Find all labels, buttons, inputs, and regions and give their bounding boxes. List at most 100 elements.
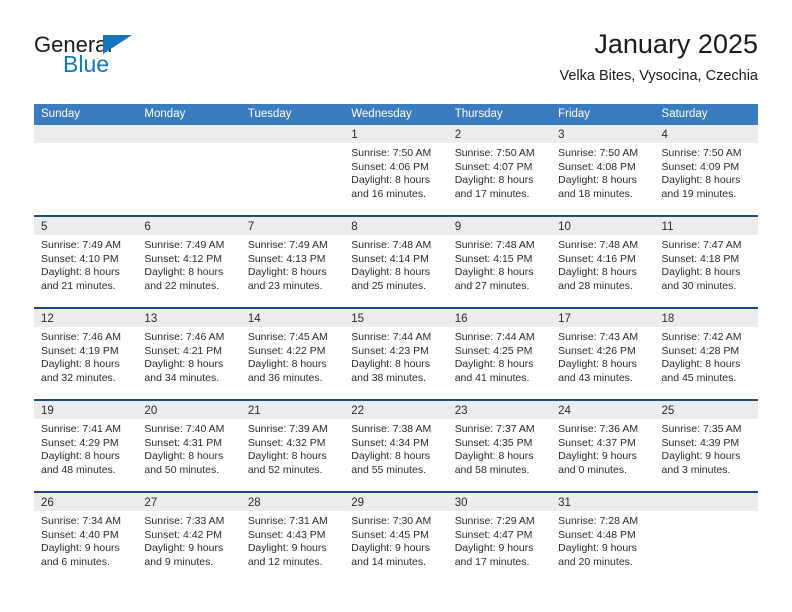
- calendar-day-cell[interactable]: 22 Sunrise: 7:38 AM Sunset: 4:34 PM Dayligh…: [344, 401, 448, 491]
- sunset-line: Sunset: 4:48 PM: [558, 528, 636, 541]
- calendar-day-cell[interactable]: 16 Sunrise: 7:44 AM Sunset: 4:25 PM Dayligh…: [447, 309, 552, 399]
- sunset-line: Sunset: 4:29 PM: [41, 436, 119, 449]
- day-details: Sunrise: 7:50 AM Sunset: 4:07 PM Daylight:…: [448, 143, 551, 201]
- calendar-day-cell[interactable]: 21 Sunrise: 7:39 AM Sunset: 4:32 PM Dayligh…: [240, 401, 345, 491]
- weekday-header-monday: Monday: [144, 108, 186, 120]
- calendar-week-row: 26 Sunrise: 7:34 AM Sunset: 4:40 PM Dayligh…: [34, 491, 758, 583]
- day-number: 2: [454, 129, 462, 141]
- sunset-line: Sunset: 4:18 PM: [661, 252, 740, 265]
- day-number-strip: 14: [240, 309, 345, 327]
- daylight-line-2: and 18 minutes.: [558, 187, 633, 200]
- daylight-line-2: and 32 minutes.: [41, 371, 116, 384]
- day-number: 17: [558, 313, 571, 325]
- calendar-day-cell[interactable]: 30 Sunrise: 7:29 AM Sunset: 4:47 PM Dayligh…: [447, 493, 552, 583]
- calendar-day-cell[interactable]: 29 Sunrise: 7:30 AM Sunset: 4:45 PM Dayligh…: [344, 493, 448, 583]
- daylight-line-1: Daylight: 8 hours: [144, 450, 224, 463]
- calendar-day-cell[interactable]: 25 Sunrise: 7:35 AM Sunset: 4:39 PM Dayligh…: [654, 401, 758, 491]
- calendar-day-cell-empty: [34, 125, 138, 215]
- daylight-line-2: and 28 minutes.: [558, 279, 633, 292]
- calendar-day-cell[interactable]: 13 Sunrise: 7:46 AM Sunset: 4:21 PM Dayligh…: [137, 309, 241, 399]
- daylight-line-2: and 30 minutes.: [661, 279, 737, 292]
- day-number-strip: [137, 125, 241, 143]
- calendar-day-cell[interactable]: 10 Sunrise: 7:48 AM Sunset: 4:16 PM Dayligh…: [551, 217, 655, 307]
- daylight-line-1: Daylight: 8 hours: [454, 266, 534, 279]
- calendar-day-cell[interactable]: 24 Sunrise: 7:36 AM Sunset: 4:37 PM Dayligh…: [551, 401, 655, 491]
- calendar-day-cell[interactable]: 31 Sunrise: 7:28 AM Sunset: 4:48 PM Dayligh…: [551, 493, 655, 583]
- calendar-week-row: 19 Sunrise: 7:41 AM Sunset: 4:29 PM Dayligh…: [34, 399, 758, 491]
- daylight-line-2: and 55 minutes.: [351, 463, 426, 476]
- day-number-strip: 12: [34, 309, 138, 327]
- calendar-day-cell[interactable]: 9 Sunrise: 7:48 AM Sunset: 4:15 PM Daylight…: [447, 217, 552, 307]
- calendar-day-cell[interactable]: 2 Sunrise: 7:50 AM Sunset: 4:07 PM Daylight…: [447, 125, 552, 215]
- calendar-week-row: 1 Sunrise: 7:50 AM Sunset: 4:06 PM Daylight…: [34, 125, 758, 215]
- daylight-line-1: Daylight: 8 hours: [661, 358, 741, 371]
- page-header: General Blue January 2025 Velka Bites, V…: [34, 28, 758, 96]
- calendar-day-cell[interactable]: 5 Sunrise: 7:49 AM Sunset: 4:10 PM Daylight…: [34, 217, 138, 307]
- daylight-line-1: Daylight: 8 hours: [454, 174, 534, 187]
- day-number: 3: [558, 129, 565, 141]
- day-details: Sunrise: 7:37 AM Sunset: 4:35 PM Daylight:…: [448, 419, 551, 477]
- calendar-day-cell[interactable]: 26 Sunrise: 7:34 AM Sunset: 4:40 PM Dayligh…: [34, 493, 138, 583]
- calendar-day-cell[interactable]: 17 Sunrise: 7:43 AM Sunset: 4:26 PM Dayligh…: [551, 309, 655, 399]
- daylight-line-1: Daylight: 9 hours: [454, 542, 534, 555]
- calendar-day-cell[interactable]: 4 Sunrise: 7:50 AM Sunset: 4:09 PM Daylight…: [654, 125, 758, 215]
- calendar-day-cell[interactable]: 19 Sunrise: 7:41 AM Sunset: 4:29 PM Dayligh…: [34, 401, 138, 491]
- calendar-day-cell[interactable]: 3 Sunrise: 7:50 AM Sunset: 4:08 PM Daylight…: [551, 125, 655, 215]
- calendar-day-cell[interactable]: 20 Sunrise: 7:40 AM Sunset: 4:31 PM Dayligh…: [137, 401, 241, 491]
- calendar-day-cell[interactable]: 28 Sunrise: 7:31 AM Sunset: 4:43 PM Dayligh…: [240, 493, 345, 583]
- calendar-page: General Blue January 2025 Velka Bites, V…: [0, 0, 792, 612]
- day-number-strip: 30: [447, 493, 552, 511]
- day-number-strip: 21: [240, 401, 345, 419]
- day-number: 28: [247, 497, 261, 509]
- day-number: 25: [661, 405, 675, 417]
- daylight-line-1: Daylight: 8 hours: [454, 358, 534, 371]
- calendar-day-cell[interactable]: 6 Sunrise: 7:49 AM Sunset: 4:12 PM Daylight…: [137, 217, 241, 307]
- day-details: Sunrise: 7:35 AM Sunset: 4:39 PM Daylight:…: [655, 419, 758, 477]
- sunset-line: Sunset: 4:28 PM: [661, 344, 740, 357]
- day-details: Sunrise: 7:49 AM Sunset: 4:13 PM Daylight:…: [241, 235, 344, 293]
- daylight-line-1: Daylight: 9 hours: [558, 542, 637, 555]
- sunrise-line: Sunrise: 7:50 AM: [454, 147, 535, 159]
- day-number: 30: [454, 497, 468, 509]
- day-details: Sunrise: 7:43 AM Sunset: 4:26 PM Daylight:…: [551, 327, 654, 385]
- weekday-header-thursday: Thursday: [454, 108, 503, 120]
- calendar-day-cell[interactable]: 27 Sunrise: 7:33 AM Sunset: 4:42 PM Dayligh…: [137, 493, 241, 583]
- day-number-strip: 26: [34, 493, 138, 511]
- sunrise-line: Sunrise: 7:43 AM: [558, 331, 639, 343]
- sunset-line: Sunset: 4:15 PM: [454, 252, 533, 265]
- weekday-header-friday: Friday: [558, 108, 591, 120]
- calendar-day-cell[interactable]: 7 Sunrise: 7:49 AM Sunset: 4:13 PM Daylight…: [240, 217, 345, 307]
- daylight-line-2: and 23 minutes.: [247, 279, 323, 292]
- day-details: Sunrise: 7:48 AM Sunset: 4:15 PM Daylight:…: [448, 235, 551, 293]
- sunrise-line: Sunrise: 7:31 AM: [247, 515, 328, 527]
- calendar-day-cell[interactable]: 11 Sunrise: 7:47 AM Sunset: 4:18 PM Dayligh…: [654, 217, 758, 307]
- sunrise-line: Sunrise: 7:34 AM: [41, 515, 121, 527]
- sunrise-line: Sunrise: 7:37 AM: [454, 423, 535, 435]
- day-number: 12: [41, 313, 54, 325]
- sunrise-line: Sunrise: 7:46 AM: [144, 331, 225, 343]
- day-number: 15: [351, 313, 365, 325]
- daylight-line-1: Daylight: 8 hours: [247, 358, 327, 371]
- sunrise-line: Sunrise: 7:29 AM: [454, 515, 535, 527]
- calendar-day-cell[interactable]: 14 Sunrise: 7:45 AM Sunset: 4:22 PM Dayligh…: [240, 309, 345, 399]
- sunset-line: Sunset: 4:39 PM: [661, 436, 740, 449]
- daylight-line-1: Daylight: 8 hours: [144, 266, 224, 279]
- day-number: 21: [247, 405, 261, 417]
- sunrise-line: Sunrise: 7:48 AM: [558, 239, 639, 251]
- calendar-day-cell[interactable]: 15 Sunrise: 7:44 AM Sunset: 4:23 PM Dayligh…: [344, 309, 448, 399]
- day-number-strip: 1: [344, 125, 448, 143]
- sunset-line: Sunset: 4:14 PM: [351, 252, 429, 265]
- day-details: Sunrise: 7:34 AM Sunset: 4:40 PM Daylight:…: [34, 511, 137, 569]
- calendar-day-cell[interactable]: 8 Sunrise: 7:48 AM Sunset: 4:14 PM Daylight…: [344, 217, 448, 307]
- sunset-line: Sunset: 4:22 PM: [247, 344, 326, 357]
- daylight-line-1: Daylight: 8 hours: [351, 174, 431, 187]
- calendar-day-cell[interactable]: 18 Sunrise: 7:42 AM Sunset: 4:28 PM Dayligh…: [654, 309, 758, 399]
- calendar-day-cell[interactable]: 23 Sunrise: 7:37 AM Sunset: 4:35 PM Dayligh…: [447, 401, 552, 491]
- day-details: Sunrise: 7:47 AM Sunset: 4:18 PM Daylight:…: [655, 235, 758, 293]
- sunrise-line: Sunrise: 7:47 AM: [661, 239, 742, 251]
- day-number-strip: 18: [654, 309, 758, 327]
- daylight-line-2: and 22 minutes.: [144, 279, 220, 292]
- day-details: Sunrise: 7:48 AM Sunset: 4:14 PM Daylight:…: [344, 235, 447, 293]
- calendar-day-cell[interactable]: 1 Sunrise: 7:50 AM Sunset: 4:06 PM Daylight…: [344, 125, 448, 215]
- calendar-day-cell[interactable]: 12 Sunrise: 7:46 AM Sunset: 4:19 PM Dayligh…: [34, 309, 138, 399]
